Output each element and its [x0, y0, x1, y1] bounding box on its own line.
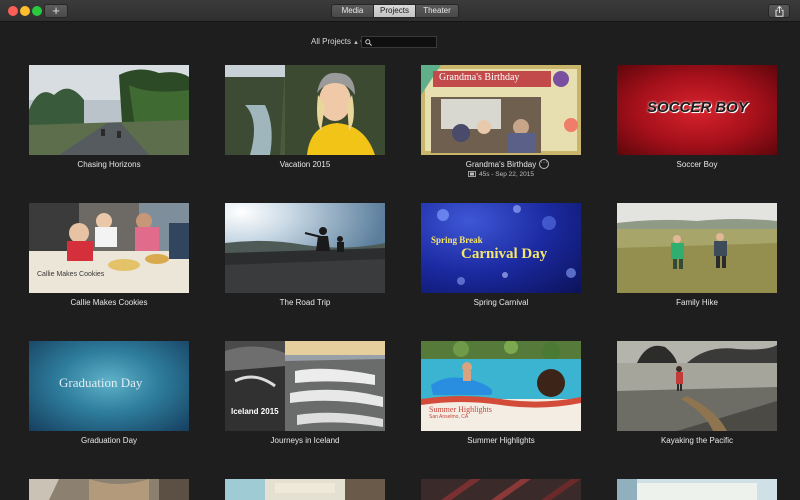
project-title: Journeys in Iceland: [270, 436, 340, 445]
project-thumbnail[interactable]: Spring Break Carnival Day: [421, 203, 581, 293]
project-title: The Road Trip: [279, 298, 331, 307]
project-thumbnail[interactable]: [225, 479, 385, 500]
thumbnail-title-overlay: Graduation Day: [59, 375, 143, 390]
project-thumbnail[interactable]: [421, 479, 581, 500]
film-icon: [468, 171, 476, 177]
project-thumbnail[interactable]: [29, 479, 189, 500]
project-thumbnail[interactable]: [225, 65, 385, 155]
project-thumbnail[interactable]: [29, 65, 189, 155]
thumbnail-subtitle-overlay: San Anselmo, CA: [429, 414, 469, 420]
project-title: Spring Carnival: [473, 298, 529, 307]
project-title: Chasing Horizons: [77, 160, 141, 169]
thumbnail-title-overlay: SOCCER BOY: [647, 99, 748, 116]
thumbnail-title-overlay: Spring Break: [431, 235, 483, 245]
project-info: 45s - Sep 22, 2015: [468, 171, 534, 178]
project-thumbnail[interactable]: [617, 479, 777, 500]
project-title: Family Hike: [676, 298, 718, 307]
project-thumbnail[interactable]: [617, 203, 777, 293]
project-thumbnail[interactable]: Graduation Day: [29, 341, 189, 431]
project-thumbnail[interactable]: [225, 203, 385, 293]
more-options-button[interactable]: ···: [539, 159, 549, 169]
project-title: Graduation Day: [80, 436, 138, 445]
thumbnail-subtitle-overlay: Carnival Day: [461, 246, 548, 262]
thumbnail-title-overlay: Callie Makes Cookies: [37, 271, 105, 278]
project-title: Grandma's Birthday: [465, 160, 537, 169]
thumbnail-title-overlay: Iceland 2015: [231, 407, 279, 416]
project-thumbnail[interactable]: [617, 341, 777, 431]
project-thumbnail[interactable]: SOCCER BOY: [617, 65, 777, 155]
project-duration-date: 45s - Sep 22, 2015: [479, 171, 534, 178]
project-title: Kayaking the Pacific: [660, 436, 734, 445]
project-thumbnail[interactable]: Grandma's Birthday: [421, 65, 581, 155]
thumbnail-title-overlay: Grandma's Birthday: [439, 72, 520, 83]
project-title: Vacation 2015: [279, 160, 331, 169]
project-title: Summer Highlights: [467, 436, 535, 445]
projects-grid: Chasing Horizons Vacation 2015 Grandma's…: [0, 0, 800, 500]
project-thumbnail[interactable]: Callie Makes Cookies: [29, 203, 189, 293]
project-title: Soccer Boy: [676, 160, 718, 169]
project-thumbnail[interactable]: Iceland 2015: [225, 341, 385, 431]
thumbnail-title-overlay: Summer Highlights: [429, 405, 492, 414]
project-thumbnail[interactable]: Summer Highlights San Anselmo, CA: [421, 341, 581, 431]
project-title: Callie Makes Cookies: [70, 298, 148, 307]
